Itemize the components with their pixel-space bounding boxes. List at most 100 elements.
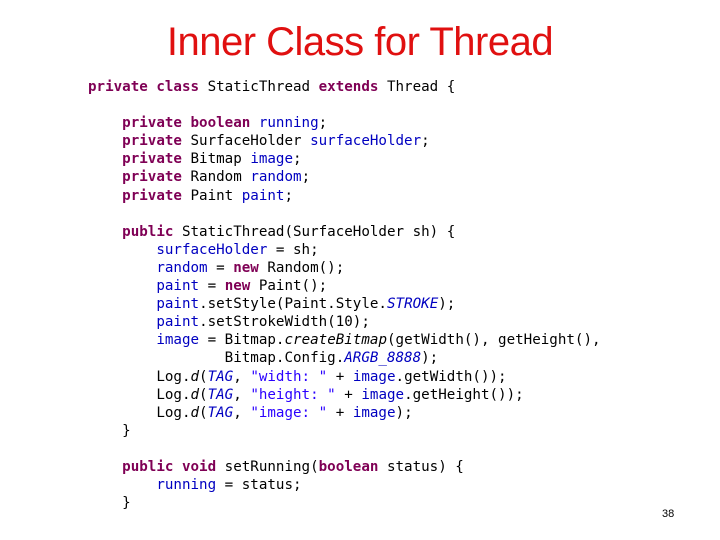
code-token: setRunning( [216,458,319,475]
code-token: , [233,386,251,403]
code-token: = Bitmap. [199,332,285,349]
code-token: random [250,169,302,186]
code-token: Bitmap.Config. [88,350,345,367]
code-token: = [199,278,225,295]
code-token: image [352,368,396,385]
code-line: private Random random; [88,168,601,186]
code-token: .setStrokeWidth(10); [199,314,370,331]
code-token: Paint [181,187,242,204]
code-token: image [156,332,200,349]
code-line: surfaceHolder = sh; [88,241,601,259]
code-token: status) { [378,458,464,475]
code-line: } [88,494,601,512]
code-token: ); [395,404,413,421]
code-token: StaticThread(SurfaceHolder sh) { [173,223,456,240]
code-token: private [122,187,182,204]
code-block: private class StaticThread extends Threa… [88,78,601,512]
code-line: Log.d(TAG, "height: " + image.getHeight(… [88,386,601,404]
code-token: d [190,368,200,385]
code-token: .getHeight()); [404,386,524,403]
code-token: TAG [207,404,234,421]
code-token: d [190,404,200,421]
code-token: } [88,422,131,439]
code-token: ); [421,350,439,367]
code-token: image [361,386,405,403]
code-token: Random [181,169,251,186]
code-line: paint = new Paint(); [88,277,601,295]
code-token: public [122,223,174,240]
code-token: random [156,259,208,276]
code-token: private [122,151,182,168]
code-token: ( [199,404,208,421]
code-line: paint.setStrokeWidth(10); [88,313,601,331]
code-token: new [224,278,251,295]
code-token: (getWidth(), getHeight(), [386,332,601,349]
code-token: new [233,259,259,276]
code-token: STROKE [386,296,439,313]
code-token: paint [156,278,200,295]
code-token: ; [318,115,328,132]
code-token: + [327,368,353,385]
code-line: Bitmap.Config.ARGB_8888); [88,349,601,367]
code-token: surfaceHolder [310,133,422,150]
code-token: public void [122,458,217,475]
code-token: surfaceHolder [156,241,268,258]
page-number: 38 [662,508,675,520]
code-token: private [122,169,182,186]
code-token: "height: " [250,386,336,403]
code-token: createBitmap [284,332,387,349]
code-line: private boolean running; [88,114,601,132]
code-token: Paint(); [250,278,328,295]
code-token: = status; [216,477,302,494]
code-token: = sh; [267,241,319,258]
code-token: running [156,477,217,494]
code-token: Bitmap [181,151,251,168]
code-token: boolean [318,458,379,475]
code-token: Thread { [378,79,456,95]
code-token: ; [421,133,430,150]
code-line: public StaticThread(SurfaceHolder sh) { [88,223,601,241]
code-token: "image: " [250,404,328,421]
code-line: running = status; [88,476,601,494]
code-token: private [122,133,182,150]
code-token: paint [241,187,285,204]
code-token: paint [156,296,200,313]
code-token: ; [293,151,302,168]
code-token: ; [284,187,294,204]
code-token: TAG [207,368,234,385]
code-line: random = new Random(); [88,259,601,277]
code-token: , [233,404,251,421]
code-token: + [327,404,353,421]
code-token: .getWidth()); [395,368,507,385]
code-token: = [207,259,234,276]
code-token: Random(); [258,259,345,276]
code-token: ( [199,386,208,403]
code-token: + [335,386,362,403]
code-token: } [88,495,131,512]
code-line: private Paint paint; [88,187,601,205]
code-token: image [352,404,396,421]
code-token: ; [301,169,311,186]
code-token: ); [438,296,456,313]
code-line: paint.setStyle(Paint.Style.STROKE); [88,295,601,313]
code-token: StaticThread [199,79,319,95]
code-token: , [233,368,251,385]
code-token: d [190,386,200,403]
code-token: ARGB_8888 [344,350,422,367]
code-token: TAG [207,386,234,403]
code-line: public void setRunning(boolean status) { [88,458,601,476]
code-line: Log.d(TAG, "image: " + image); [88,404,601,422]
